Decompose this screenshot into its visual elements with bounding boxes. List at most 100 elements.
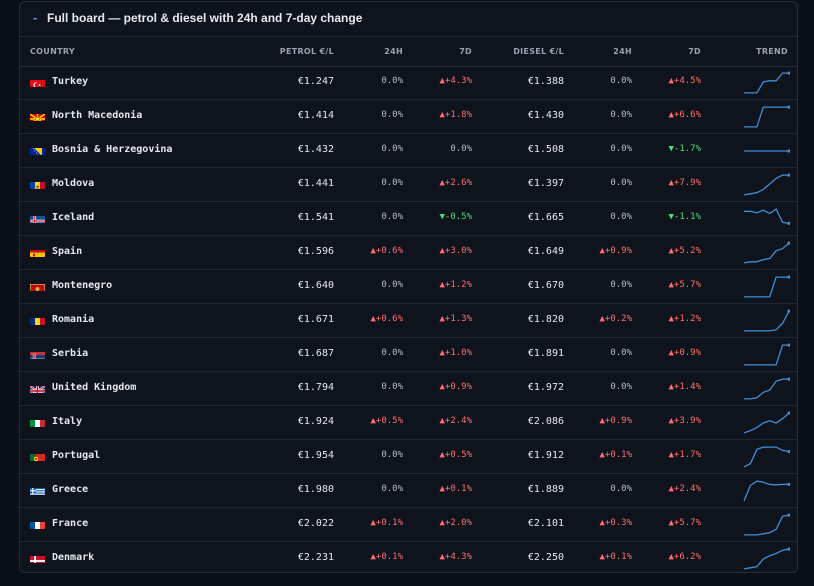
table-row[interactable]: Serbia €1.687 0.0% ▲+1.0% €1.891 0.0% ▲+0.9%: [20, 338, 797, 372]
trend-line: [744, 378, 789, 400]
diesel-7d-change: ▲+5.2%: [668, 246, 701, 256]
country-name: Portugal: [52, 450, 101, 461]
trend-line: [743, 242, 790, 264]
diesel-24h-change: 0.0%: [610, 484, 632, 494]
table-header: COUNTRY PETROL €/L 24H 7D DIESEL €/L 24H…: [20, 36, 797, 67]
diesel-24h-change: ▲+0.2%: [599, 314, 632, 324]
petrol-price: €1.441: [297, 178, 334, 189]
diesel-24h-change: 0.0%: [610, 178, 632, 188]
table-row[interactable]: Portugal €1.954 0.0% ▲+0.5% €1.912 ▲+0.1% ▲+1.…: [20, 440, 797, 474]
trend-line: [743, 548, 790, 570]
col-diesel-24h[interactable]: 24H: [592, 47, 632, 56]
table-row[interactable]: Bosnia & Herzegovina €1.432 0.0% 0.0% €1.508…: [20, 134, 797, 168]
col-trend[interactable]: TREND: [747, 47, 788, 56]
trend-sparkline: [743, 173, 790, 196]
petrol-price: €1.924: [297, 416, 334, 427]
diesel-24h-change: ▲+0.3%: [599, 518, 632, 528]
trend-end-dot: [787, 221, 790, 225]
trend-sparkline: [744, 377, 790, 400]
petrol-price: €1.541: [297, 212, 334, 223]
flag-north-macedonia-icon: [30, 111, 45, 121]
country-name: Montenegro: [52, 280, 113, 291]
collapse-icon[interactable]: -: [33, 10, 37, 25]
flag-france-icon: [30, 519, 45, 529]
table-row[interactable]: Italy €1.924 ▲+0.5% ▲+2.4% €2.086 ▲+0.9% ▲+3.9…: [20, 406, 797, 440]
diesel-7d-change: ▲+7.9%: [668, 178, 701, 188]
panel-header: - Full board — petrol & diesel with 24h …: [20, 2, 797, 37]
petrol-7d-change: ▲+0.9%: [439, 382, 472, 392]
diesel-7d-change: ▲+6.6%: [668, 110, 701, 120]
petrol-7d-change: ▲+0.1%: [439, 484, 472, 494]
diesel-24h-change: ▲+0.1%: [599, 552, 632, 562]
col-petrol-7d[interactable]: 7D: [432, 47, 472, 56]
diesel-price: €1.912: [527, 450, 564, 461]
trend-line: [744, 208, 790, 225]
trend-sparkline: [743, 547, 790, 570]
col-petrol-24h[interactable]: 24H: [363, 47, 403, 56]
trend-end-dot: [787, 482, 790, 486]
col-diesel-7d[interactable]: 7D: [661, 47, 701, 56]
country-name: Iceland: [52, 212, 95, 223]
country-name: Serbia: [52, 348, 89, 359]
trend-sparkline: [744, 71, 790, 94]
diesel-7d-change: ▼-1.1%: [668, 212, 701, 222]
petrol-24h-change: ▲+0.6%: [370, 314, 403, 324]
table-row[interactable]: Greece €1.980 0.0% ▲+0.1% €1.889 0.0% ▲+2.4%: [20, 474, 797, 508]
table-row[interactable]: Iceland €1.541 0.0% ▼-0.5% €1.665 0.0% ▼-1.1%: [20, 202, 797, 236]
col-diesel[interactable]: DIESEL €/L: [494, 47, 564, 56]
trend-end-dot: [787, 275, 790, 279]
flag-romania-icon: [30, 315, 45, 325]
trend-sparkline: [743, 411, 790, 434]
petrol-7d-change: ▲+1.3%: [439, 314, 472, 324]
petrol-7d-change: ▲+1.0%: [439, 348, 472, 358]
diesel-price: €1.388: [527, 76, 564, 87]
table-row[interactable]: Spain €1.596 ▲+0.6% ▲+3.0% €1.649 ▲+0.9% ▲+5.2…: [20, 236, 797, 270]
trend-line: [744, 106, 789, 128]
table-row[interactable]: North Macedonia €1.414 0.0% ▲+1.8% €1.430 0.0…: [20, 100, 797, 134]
diesel-7d-change: ▲+1.4%: [668, 382, 701, 392]
country-name: Denmark: [52, 552, 95, 563]
diesel-7d-change: ▲+3.9%: [668, 416, 701, 426]
table-row[interactable]: United Kingdom €1.794 0.0% ▲+0.9% €1.972 0.0%…: [20, 372, 797, 406]
trend-sparkline: [743, 446, 790, 468]
petrol-24h-change: 0.0%: [381, 110, 403, 120]
petrol-7d-change: ▲+0.5%: [439, 450, 472, 460]
trend-end-dot: [787, 449, 790, 454]
petrol-price: €1.954: [297, 450, 334, 461]
trend-line: [743, 480, 789, 502]
petrol-7d-change: ▲+4.3%: [439, 552, 472, 562]
trend-end-dot: [787, 173, 790, 177]
petrol-price: €1.980: [297, 484, 334, 495]
col-country[interactable]: COUNTRY: [30, 47, 75, 56]
trend-end-dot: [787, 149, 790, 153]
table-row[interactable]: Romania €1.671 ▲+0.6% ▲+1.3% €1.820 ▲+0.2% ▲+1…: [20, 304, 797, 338]
diesel-price: €1.397: [527, 178, 564, 189]
petrol-24h-change: ▲+0.5%: [370, 416, 403, 426]
country-name: Turkey: [52, 76, 89, 87]
country-name: France: [52, 518, 89, 529]
table-row[interactable]: Moldova €1.441 0.0% ▲+2.6% €1.397 0.0% ▲+7.9%: [20, 168, 797, 202]
diesel-24h-change: 0.0%: [610, 110, 632, 120]
trend-end-dot: [787, 71, 790, 75]
petrol-24h-change: 0.0%: [381, 280, 403, 290]
flag-spain-icon: [30, 247, 45, 257]
petrol-price: €1.671: [297, 314, 334, 325]
country-name: Bosnia & Herzegovina: [52, 144, 173, 155]
petrol-price: €1.414: [297, 110, 334, 121]
petrol-24h-change: ▲+0.1%: [370, 552, 403, 562]
petrol-price: €1.687: [297, 348, 334, 359]
diesel-24h-change: 0.0%: [610, 280, 632, 290]
petrol-7d-change: ▼-0.5%: [439, 212, 472, 222]
table-row[interactable]: Turkey €1.247 0.0% ▲+4.3% €1.388 0.0% ▲+4.5%: [20, 66, 797, 100]
table-row[interactable]: France €2.022 ▲+0.1% ▲+2.0% €2.101 ▲+0.3% ▲+5.…: [20, 508, 797, 542]
diesel-24h-change: 0.0%: [610, 144, 632, 154]
flag-serbia-icon: [30, 349, 45, 359]
diesel-24h-change: ▲+0.9%: [599, 246, 632, 256]
petrol-price: €1.794: [297, 382, 334, 393]
table-row[interactable]: Denmark €2.231 ▲+0.1% ▲+4.3% €2.250 ▲+0.1% ▲+6…: [20, 542, 797, 572]
table-row[interactable]: Montenegro €1.640 0.0% ▲+1.2% €1.670 0.0% ▲+5.…: [20, 270, 797, 304]
diesel-price: €1.820: [527, 314, 564, 325]
petrol-24h-change: 0.0%: [381, 484, 403, 494]
trend-end-dot: [787, 343, 790, 347]
col-petrol[interactable]: PETROL €/L: [264, 47, 334, 56]
